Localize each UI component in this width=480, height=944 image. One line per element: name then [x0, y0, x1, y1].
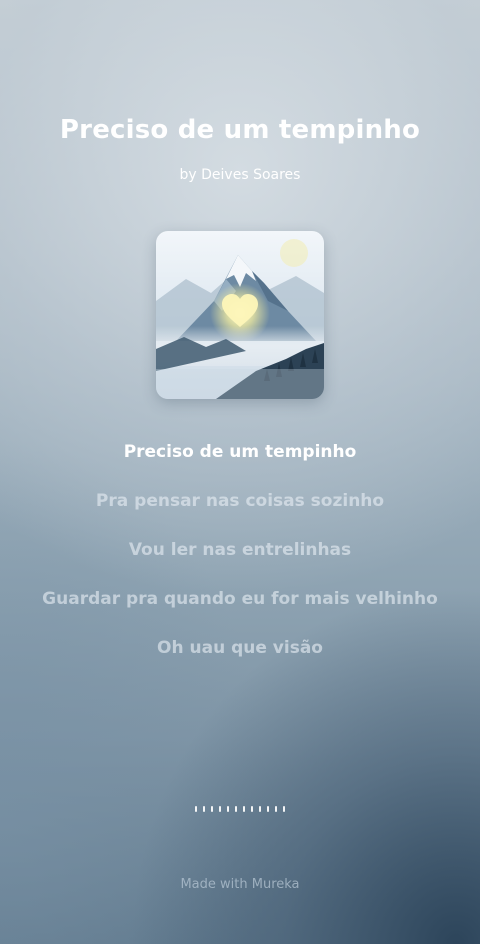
progress-dot	[235, 806, 237, 812]
progress-dot	[259, 806, 261, 812]
progress-indicator	[0, 806, 480, 812]
progress-dot	[243, 806, 245, 812]
lyric-line: Pra pensar nas coisas sozinho	[95, 491, 385, 511]
lyric-line: Vou ler nas entrelinhas	[128, 540, 352, 560]
artist-name: by Deives Soares	[179, 167, 301, 183]
album-cover	[156, 231, 324, 399]
progress-dot	[195, 806, 197, 812]
progress-dot	[283, 806, 285, 812]
lyrics-panel: Preciso de um tempinho Pra pensar nas co…	[0, 440, 480, 685]
lyric-line-current: Preciso de um tempinho	[123, 442, 357, 462]
mountain-heart-artwork	[156, 231, 324, 399]
lyric-line: Guardar pra quando eu for mais velhinho	[42, 589, 438, 609]
progress-dot	[267, 806, 269, 812]
lyric-line: Oh uau que visão	[157, 638, 323, 658]
progress-dot	[211, 806, 213, 812]
progress-dot	[227, 806, 229, 812]
song-title: Preciso de um tempinho	[59, 115, 421, 145]
progress-dot	[275, 806, 277, 812]
progress-dot	[251, 806, 253, 812]
progress-dot	[219, 806, 221, 812]
watermark-text: Made with Mureka	[180, 877, 300, 892]
progress-dot	[203, 806, 205, 812]
